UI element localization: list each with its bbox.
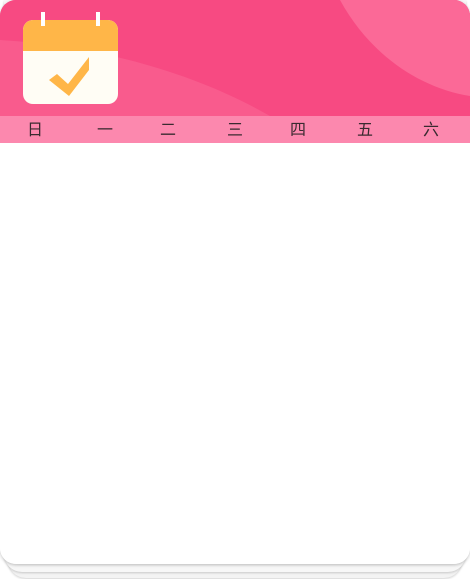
weekday-label-wed: 三 — [226, 120, 243, 139]
weekday-label-sat: 六 — [422, 120, 439, 139]
calendar-check-icon — [23, 12, 118, 104]
weekday-header-bar: 日 一 二 三 四 五 六 — [0, 116, 470, 143]
calendar-card: 日 一 二 三 四 五 六 — [0, 0, 470, 564]
weekday-label-mon: 一 — [96, 120, 113, 139]
weekday-label-sun: 日 — [26, 120, 43, 139]
calendar-header — [0, 0, 470, 116]
weekday-label-tue: 二 — [159, 120, 176, 139]
weekday-label-thu: 四 — [289, 120, 306, 139]
calendar-days-area — [0, 143, 470, 564]
weekday-label-fri: 五 — [356, 120, 373, 139]
calendar-card-stack: 日 一 二 三 四 五 六 — [0, 0, 470, 579]
